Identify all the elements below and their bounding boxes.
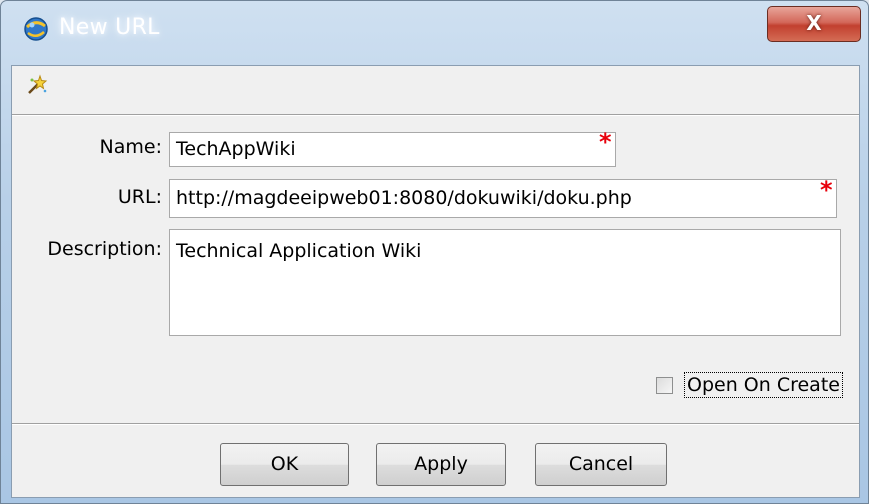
new-url-dialog: New URL X Name: TechAppWiki * URL: http:… (0, 0, 869, 504)
url-required-marker: * (820, 176, 833, 204)
url-label: URL: (117, 186, 162, 208)
description-textarea[interactable]: Technical Application Wiki (169, 229, 841, 336)
cancel-button[interactable]: Cancel (535, 443, 667, 486)
name-required-marker: * (599, 128, 612, 156)
url-field[interactable]: http://magdeeipweb01:8080/dokuwiki/doku.… (169, 179, 837, 218)
dialog-content: Name: TechAppWiki * URL: http://magdeeip… (11, 65, 860, 498)
new-url-wand-icon[interactable] (26, 74, 48, 96)
title-bar[interactable]: New URL X (1, 1, 868, 61)
name-field[interactable]: TechAppWiki (169, 132, 616, 167)
open-on-create-label[interactable]: Open On Create (684, 372, 843, 398)
close-button[interactable]: X (767, 6, 861, 42)
button-separator (12, 423, 859, 425)
globe-swirl-icon (24, 17, 48, 41)
window-title: New URL (59, 15, 160, 40)
name-label: Name: (99, 136, 162, 158)
open-on-create-checkbox[interactable] (656, 377, 673, 394)
toolbar-separator (12, 114, 859, 116)
ok-button[interactable]: OK (220, 443, 349, 486)
description-label: Description: (47, 238, 162, 260)
apply-button[interactable]: Apply (376, 443, 506, 486)
